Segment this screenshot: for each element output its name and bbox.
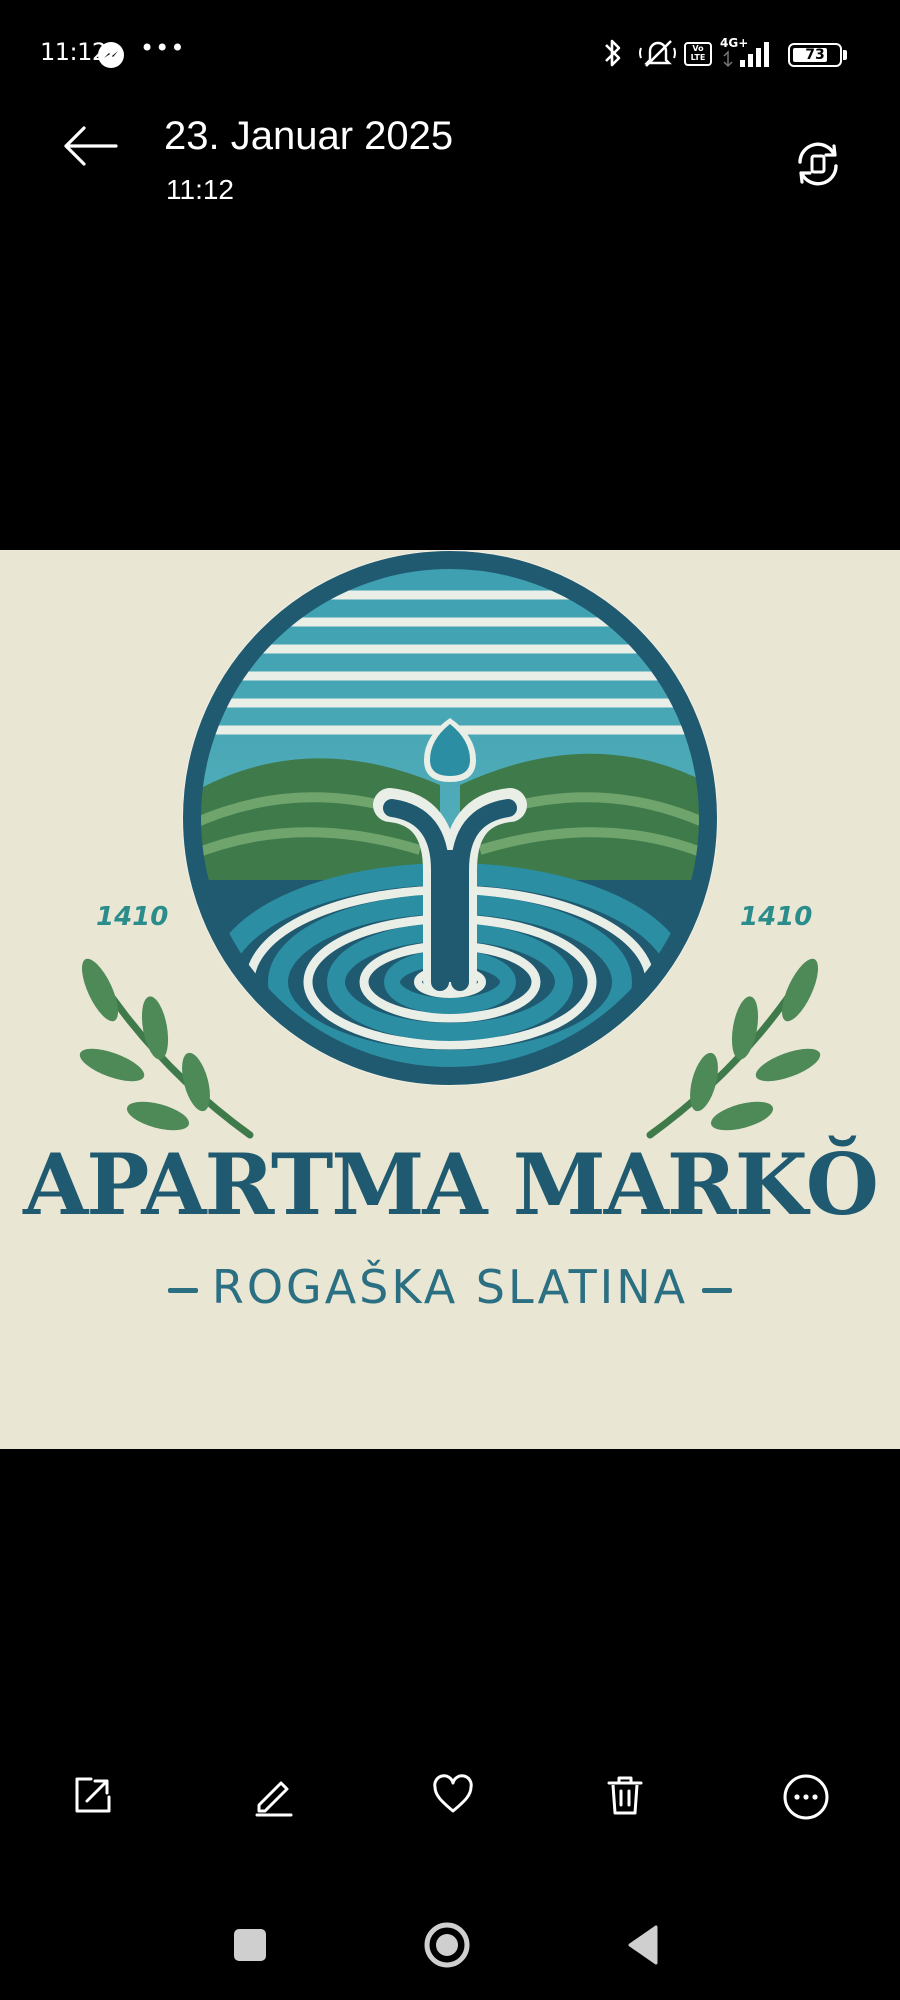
battery-icon: 73 [788, 43, 842, 67]
delete-icon [607, 1776, 643, 1815]
back-button[interactable] [58, 118, 128, 174]
back-triangle-icon [628, 1925, 658, 1965]
share-button[interactable] [58, 1760, 128, 1830]
battery-tip [843, 50, 847, 60]
recents-button[interactable] [215, 1910, 285, 1980]
photo-header: 23. Januar 2025 11:12 [0, 110, 900, 220]
logo-year-left: 1410 [96, 902, 169, 932]
bluetooth-icon [605, 39, 621, 67]
heart-icon [433, 1774, 473, 1813]
favorite-button[interactable] [418, 1760, 488, 1830]
more-options-button[interactable] [769, 1760, 839, 1830]
photo-time: 11:12 [166, 174, 234, 205]
volte-top-text: Vo [692, 44, 704, 53]
messenger-icon [98, 42, 124, 68]
delete-button[interactable] [590, 1760, 660, 1830]
home-circle-icon [424, 1922, 470, 1968]
edit-button[interactable] [238, 1760, 308, 1830]
edit-icon [255, 1781, 293, 1817]
share-icon [75, 1777, 111, 1813]
volte-bottom-text: LTE [690, 53, 706, 62]
olive-branch-right [646, 958, 821, 1139]
subtitle-dash-right [702, 1288, 733, 1293]
recents-square-icon [234, 1929, 266, 1961]
nav-back-button[interactable] [608, 1910, 678, 1980]
status-time: 11:12 [40, 38, 107, 66]
battery-level: 73 [805, 47, 825, 63]
home-button[interactable] [412, 1910, 482, 1980]
vibrate-mute-icon [639, 40, 676, 67]
subtitle-dash-left [167, 1288, 198, 1293]
logo-emblem [79, 550, 821, 1139]
signal-icon: 4G+ [720, 36, 780, 70]
logo-title: APARTMA MARKŎ [23, 1135, 879, 1234]
more-icon [783, 1774, 829, 1820]
logo-year-right: 1410 [740, 902, 813, 932]
status-bar: 11:12 ••• Vo LTE 4G+ 73 [0, 0, 900, 110]
photo-actions-bar [0, 1760, 900, 1830]
photo-date: 23. Januar 2025 [164, 114, 454, 158]
rotate-icon [798, 142, 838, 186]
auto-rotate-button[interactable] [790, 136, 846, 192]
logo-subtitle-row: ROGAŠKA SLATINA [0, 1260, 900, 1314]
system-nav-bar [0, 1910, 900, 1980]
volte-icon: Vo LTE [684, 42, 712, 66]
olive-branch-left [79, 958, 254, 1139]
photo-viewer[interactable]: 1410 1410 APARTMA MARKŎ ROGAŠKA SLATINA [0, 550, 900, 1449]
arrow-left-icon [64, 126, 118, 166]
notification-more-icon: ••• [140, 34, 186, 62]
logo-subtitle: ROGAŠKA SLATINA [211, 1260, 689, 1314]
